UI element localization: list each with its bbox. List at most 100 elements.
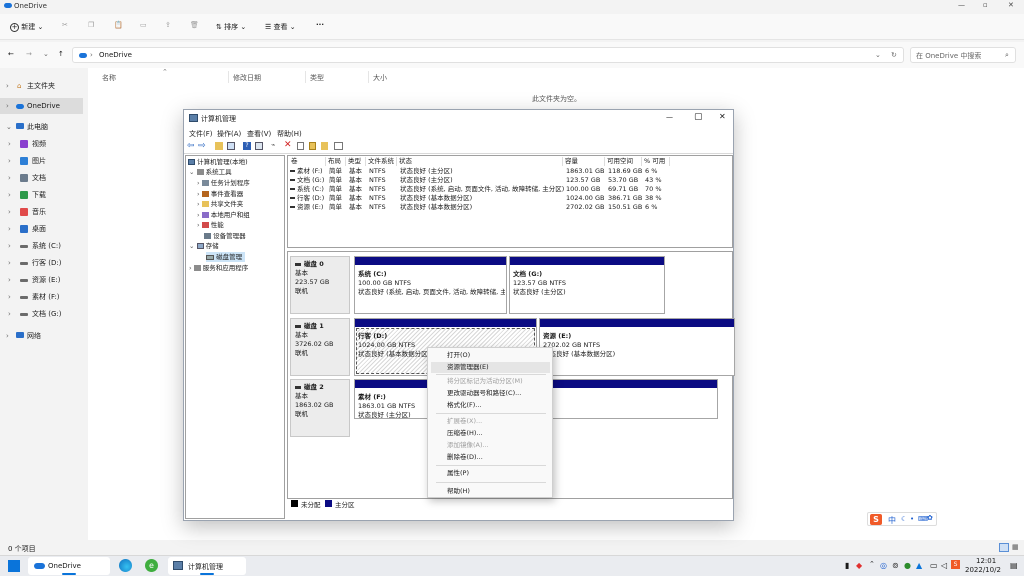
column-header[interactable]: % 可用 — [642, 157, 670, 166]
menu-view[interactable]: 查看(V) — [247, 129, 271, 139]
up-arrow-icon[interactable]: ↑ — [58, 50, 64, 58]
tree-item[interactable]: › 任务计划程序 — [197, 178, 250, 188]
context-menu-item[interactable]: 属性(P) — [431, 468, 550, 479]
context-menu-item[interactable]: 删除卷(D)... — [431, 452, 550, 463]
tree-system-tools[interactable]: ⌄ 系统工具 — [189, 167, 232, 177]
menu-help[interactable]: 帮助(H) — [277, 129, 302, 139]
recent-chevron-icon[interactable]: ⌄ — [43, 50, 49, 58]
ime-tray-icon[interactable]: S — [951, 560, 960, 569]
breadcrumb-onedrive[interactable]: OneDrive — [99, 51, 132, 59]
tree-item[interactable]: › 事件查看器 — [197, 189, 243, 199]
new-button[interactable]: + 新建 ⌄ — [10, 22, 43, 32]
moon-icon[interactable]: ☾ — [901, 515, 907, 523]
tray-app-icon[interactable]: ● — [904, 561, 911, 570]
column-header[interactable]: 容量 — [563, 157, 605, 166]
tree-item[interactable]: 设备管理器 — [197, 231, 246, 241]
nav-item[interactable]: › 桌面 — [0, 221, 88, 237]
copy-icon[interactable]: ❐ — [88, 21, 94, 29]
taskbar-computer-management[interactable]: 计算机管理 — [168, 557, 246, 575]
address-box[interactable]: › OneDrive ⌄ ↻ — [72, 47, 904, 63]
column-header[interactable]: 卷 — [289, 157, 326, 166]
ime-mode[interactable]: 中 — [888, 515, 896, 526]
tray-app-icon[interactable]: ◎ — [880, 561, 887, 570]
table-row[interactable]: 系统 (C:) 简单 基本 NTFS 状态良好 (系统, 启动, 页面文件, 活动, 故… — [288, 185, 732, 194]
tray-app-icon[interactable]: ▲ — [916, 561, 922, 570]
share-icon[interactable]: ⇪ — [165, 21, 171, 29]
properties-icon[interactable] — [297, 142, 304, 150]
context-menu-item[interactable]: 帮助(H) — [431, 486, 550, 497]
context-menu-item[interactable]: 压缩卷(H)... — [431, 428, 550, 439]
maximize-button[interactable]: ▫ — [983, 1, 988, 9]
mmc-minimize-button[interactable]: — — [666, 113, 673, 121]
disk-label[interactable]: 磁盘 1 基本 3726.02 GB 联机 — [290, 318, 350, 376]
sort-button[interactable]: ⇅ 排序 ⌄ — [216, 22, 246, 32]
table-row[interactable]: 素材 (F:) 简单 基本 NTFS 状态良好 (主分区) 1863.01 GB 118.6… — [288, 167, 732, 176]
360-browser-icon[interactable]: e — [145, 559, 158, 572]
help-icon[interactable]: ? — [243, 142, 251, 150]
column-size[interactable]: 大小 — [373, 73, 387, 83]
up-folder-icon[interactable] — [215, 142, 223, 150]
column-header[interactable]: 类型 — [346, 157, 366, 166]
menu-action[interactable]: 操作(A) — [217, 129, 241, 139]
tree-item[interactable]: › 共享文件夹 — [197, 199, 243, 209]
list-icon[interactable] — [334, 142, 343, 150]
nav-thispc[interactable]: ⌄ 此电脑 — [0, 119, 88, 135]
close-button[interactable]: ✕ — [1008, 1, 1014, 9]
forward-arrow-icon[interactable]: ⇨ — [198, 141, 206, 151]
context-menu-item[interactable]: 更改驱动器号和路径(C)... — [431, 388, 550, 399]
partition-block[interactable]: 文档 (G:) 123.57 GB NTFS 状态良好 (主分区) — [509, 256, 665, 314]
delete-icon[interactable]: 🗑 — [190, 21, 199, 29]
paste-icon[interactable]: 📋 — [114, 21, 123, 29]
rename-icon[interactable]: ▭ — [140, 21, 147, 29]
view-button[interactable]: ☰ 查看 ⌄ — [265, 22, 296, 32]
tree-root[interactable]: 计算机管理(本地) — [188, 157, 248, 167]
more-button[interactable]: ··· — [316, 21, 324, 29]
column-header[interactable]: 布局 — [326, 157, 346, 166]
address-dropdown-icon[interactable]: ⌄ — [875, 51, 881, 59]
column-type[interactable]: 类型 — [310, 73, 324, 83]
table-row[interactable]: 资源 (E:) 简单 基本 NTFS 状态良好 (基本数据分区) 2702.02 GB 15… — [288, 203, 732, 212]
back-arrow-icon[interactable]: ⇦ — [187, 141, 195, 151]
refresh-icon[interactable]: ↻ — [891, 51, 897, 59]
nav-item[interactable]: › 资源 (E:) — [0, 272, 88, 288]
column-modified[interactable]: 修改日期 — [233, 73, 261, 83]
nav-item[interactable]: › 音乐 — [0, 204, 88, 220]
nav-item[interactable]: › 图片 — [0, 153, 88, 169]
tree-disk-management[interactable]: 磁盘管理 — [206, 252, 246, 262]
tiles-view-icon[interactable]: ▦ — [1012, 543, 1019, 551]
delete-x-icon[interactable]: ✕ — [284, 140, 292, 150]
tree-services[interactable]: › 服务和应用程序 — [189, 263, 248, 273]
nav-item[interactable]: › 素材 (F:) — [0, 289, 88, 305]
nav-home[interactable]: › ⌂ 主文件夹 — [0, 78, 88, 94]
context-menu-item[interactable]: 打开(O) — [431, 350, 550, 361]
nav-network[interactable]: › 网络 — [0, 328, 88, 344]
start-icon[interactable] — [8, 560, 20, 572]
column-header[interactable]: 可用空间 — [605, 157, 642, 166]
tree-item[interactable]: › 本地用户和组 — [197, 210, 250, 220]
table-row[interactable]: 行客 (D:) 简单 基本 NTFS 状态良好 (基本数据分区) 1024.00 GB 38… — [288, 194, 732, 203]
punctuation-icon[interactable]: • — [910, 515, 914, 523]
tray-app-icon[interactable]: ◆ — [856, 561, 862, 570]
mmc-close-button[interactable]: ✕ — [719, 112, 726, 121]
settings-icon[interactable]: ✿ — [927, 514, 933, 522]
clock-date[interactable]: 2022/10/2 — [965, 566, 1001, 574]
volume-icon[interactable]: ◁ — [941, 561, 947, 570]
nav-item[interactable]: › 视频 — [0, 136, 88, 152]
partition-block[interactable]: 资源 (E:) 2702.02 GB NTFS 状态良好 (基本数据分区) — [539, 318, 735, 376]
partition-block[interactable]: 系统 (C:) 100.00 GB NTFS 状态良好 (系统, 启动, 页面文件,… — [354, 256, 507, 314]
disk-label[interactable]: 磁盘 0 基本 223.57 GB 联机 — [290, 256, 350, 314]
menu-file[interactable]: 文件(F) — [189, 129, 213, 139]
details-view-icon[interactable] — [999, 543, 1009, 552]
console-icon[interactable] — [255, 142, 263, 150]
connect-icon[interactable]: ⌁ — [271, 141, 275, 149]
refresh-icon[interactable] — [321, 142, 328, 150]
disk-label[interactable]: 磁盘 2 基本 1863.02 GB 联机 — [290, 379, 350, 437]
tray-app-icon[interactable]: ▮ — [845, 561, 849, 570]
column-name[interactable]: 名称 — [102, 73, 116, 83]
edge-icon[interactable] — [119, 559, 132, 572]
context-menu-item[interactable]: 格式化(F)... — [431, 400, 550, 411]
show-tree-icon[interactable] — [227, 142, 235, 150]
nav-item[interactable]: › 行客 (D:) — [0, 255, 88, 271]
column-header[interactable]: 状态 — [397, 157, 563, 166]
forward-arrow-icon[interactable]: → — [26, 50, 32, 58]
